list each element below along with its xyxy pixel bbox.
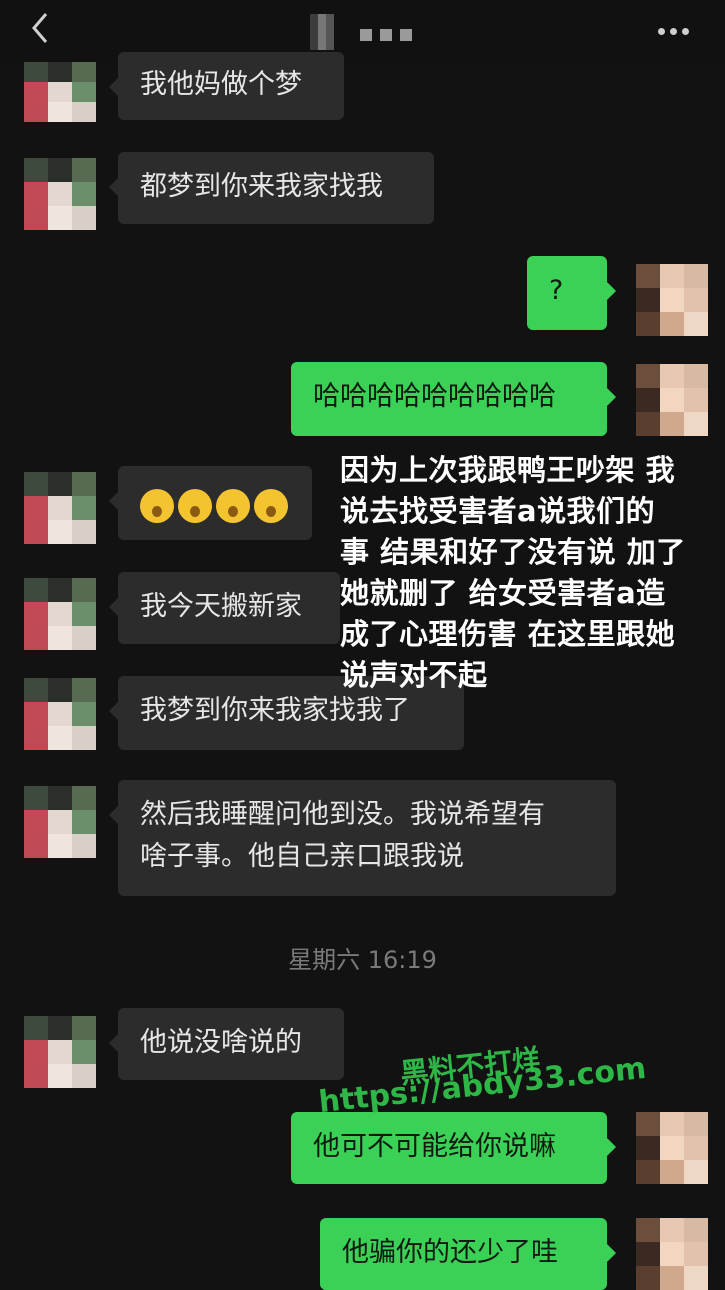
message-bubble-incoming[interactable] bbox=[109, 466, 312, 540]
pleading-face-emoji-icon bbox=[178, 488, 212, 523]
message-bubble-incoming[interactable]: 都梦到你来我家找我 bbox=[109, 152, 434, 224]
message-text: 他可不可能给你说嘛 bbox=[313, 1131, 556, 1162]
user-avatar[interactable] bbox=[636, 1112, 708, 1184]
user-avatar[interactable] bbox=[636, 1218, 708, 1290]
pleading-face-emoji-icon bbox=[140, 488, 174, 523]
message-text: 他说没啥说的 bbox=[140, 1027, 302, 1058]
message-bubble-outgoing[interactable]: 哈哈哈哈哈哈哈哈哈 bbox=[291, 362, 616, 436]
message-text: 哈哈哈哈哈哈哈哈哈 bbox=[313, 381, 556, 412]
message-text: 我他妈做个梦 bbox=[140, 69, 302, 100]
message-text: 都梦到你来我家找我 bbox=[140, 171, 383, 202]
contact-avatar[interactable] bbox=[24, 1016, 96, 1088]
contact-name-pixelated bbox=[360, 26, 420, 45]
back-chevron-icon[interactable] bbox=[22, 8, 62, 48]
message-text: 然后我睡醒问他到没。我说希望有 啥子事。他自己亲口跟我说 bbox=[140, 799, 545, 872]
message-bubble-outgoing[interactable]: 他可不可能给你说嘛 bbox=[291, 1112, 616, 1184]
message-bubble-outgoing[interactable]: 他骗你的还少了哇 bbox=[320, 1218, 616, 1290]
contact-avatar[interactable] bbox=[24, 786, 96, 858]
pleading-face-emoji-icon bbox=[216, 488, 250, 523]
message-bubble-incoming[interactable]: 我今天搬新家 bbox=[109, 572, 340, 644]
message-text: 我梦到你来我家找我了 bbox=[140, 695, 410, 726]
message-bubble-outgoing[interactable]: ? bbox=[527, 256, 616, 330]
timestamp: 星期六 16:19 bbox=[288, 946, 437, 974]
pleading-face-emoji-icon bbox=[254, 488, 288, 523]
chat-header bbox=[0, 0, 725, 62]
message-bubble-incoming[interactable]: 我他妈做个梦 bbox=[109, 52, 344, 120]
contact-avatar[interactable] bbox=[24, 578, 96, 650]
message-text: 我今天搬新家 bbox=[140, 591, 302, 622]
more-dots-icon[interactable] bbox=[658, 20, 694, 39]
overlay-caption: 因为上次我跟鸭王吵架 我 说去找受害者a说我们的 事 结果和好了没有说 加了 她… bbox=[340, 453, 686, 692]
contact-avatar[interactable] bbox=[24, 62, 96, 122]
contact-avatar[interactable] bbox=[24, 678, 96, 750]
contact-avatar[interactable] bbox=[24, 472, 96, 544]
message-text: 他骗你的还少了哇 bbox=[342, 1237, 558, 1268]
contact-name-blurred bbox=[310, 14, 334, 50]
message-bubble-incoming[interactable]: 他说没啥说的 bbox=[109, 1008, 344, 1080]
contact-avatar[interactable] bbox=[24, 158, 96, 230]
message-text: ? bbox=[549, 275, 564, 306]
user-avatar[interactable] bbox=[636, 264, 708, 336]
message-bubble-incoming[interactable]: 然后我睡醒问他到没。我说希望有 啥子事。他自己亲口跟我说 bbox=[109, 780, 616, 896]
user-avatar[interactable] bbox=[636, 364, 708, 436]
